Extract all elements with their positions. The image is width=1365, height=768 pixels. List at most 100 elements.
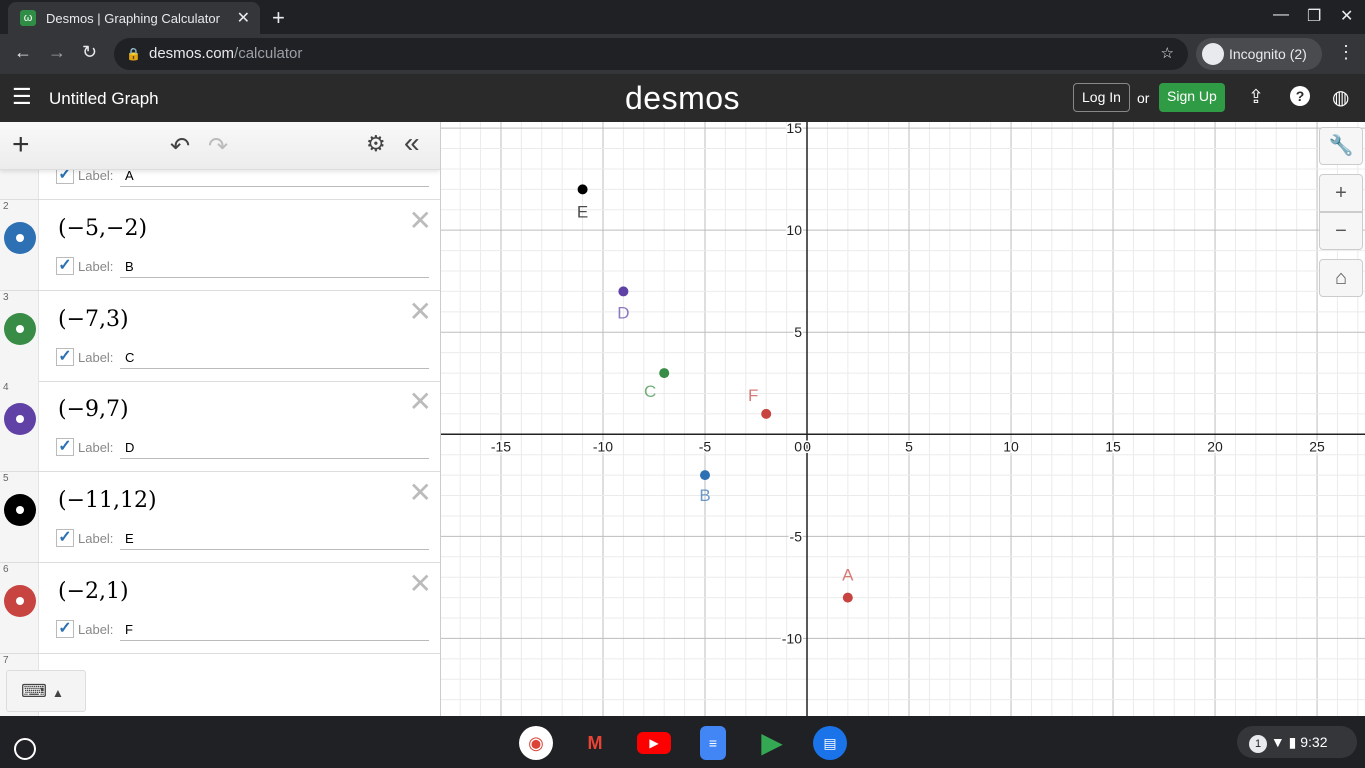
globe-icon[interactable]: ◍	[1332, 85, 1349, 110]
youtube-icon[interactable]: ▶	[637, 732, 671, 754]
star-icon[interactable]: ☆	[1161, 38, 1174, 70]
label-checkbox[interactable]: ✓	[56, 529, 74, 548]
expression-math[interactable]: (−5,−2)	[58, 216, 147, 241]
close-tab-icon[interactable]: ✕	[237, 8, 250, 28]
label-checkbox[interactable]: ✓	[56, 619, 74, 638]
expression-math[interactable]: (−11,12)	[58, 488, 157, 513]
reload-icon[interactable]: ↻	[82, 42, 97, 63]
url-path: /calculator	[234, 45, 303, 62]
launcher-icon[interactable]	[14, 738, 36, 760]
play-store-icon[interactable]: ▶	[755, 726, 789, 760]
hamburger-menu-icon[interactable]: ☰	[12, 84, 32, 110]
expression-row[interactable]: 6 (−2,1) ✕ ✓ Label: F	[0, 562, 440, 654]
label-caption: Label:	[78, 168, 114, 183]
point-color-icon[interactable]	[4, 494, 36, 527]
expression-math[interactable]: (−7,3)	[58, 307, 129, 332]
point-label-A: A	[842, 566, 854, 585]
minimize-button[interactable]: —	[1273, 6, 1289, 24]
graph-title[interactable]: Untitled Graph	[49, 89, 159, 109]
share-icon[interactable]: ⇪	[1248, 86, 1264, 109]
new-tab-button[interactable]: +	[272, 5, 285, 31]
home-zoom-icon[interactable]: ⌂	[1319, 259, 1363, 297]
desmos-logo: desmos	[625, 80, 741, 116]
expression-row[interactable]: 2 (−5,−2) ✕ ✓ Label: B	[0, 200, 440, 291]
graph-canvas[interactable]: -15 -10 -5 0 5 10 15 20 25 0 -10 -5 5 10 15 A B C D E F	[441, 119, 1365, 716]
forward-icon[interactable]: →	[48, 42, 66, 63]
tab-strip: ω Desmos | Graphing Calculator ✕ + — ❐ ✕	[0, 0, 1365, 34]
maximize-button[interactable]: ❐	[1307, 6, 1321, 26]
label-input[interactable]: C	[120, 347, 429, 369]
expression-list: + ↶ ↷ ⚙ « ✓ Label: A 2 (−5,−2) ✕ ✓ Label…	[0, 122, 441, 716]
delete-expression-icon[interactable]: ✕	[409, 295, 432, 328]
y-tick-label: 10	[786, 222, 802, 238]
zoom-in-button[interactable]: +	[1319, 174, 1363, 212]
zoom-out-button[interactable]: −	[1319, 212, 1363, 250]
label-input[interactable]: B	[120, 256, 429, 278]
help-icon[interactable]: ?	[1290, 86, 1310, 106]
docs-icon[interactable]: ≡	[700, 726, 726, 760]
expression-gutter: 5	[0, 472, 39, 563]
label-caption: Label:	[78, 349, 114, 365]
delete-expression-icon[interactable]: ✕	[409, 567, 432, 600]
expression-math[interactable]: (−9,7)	[58, 397, 129, 422]
x-tick-label: -5	[699, 438, 712, 454]
point-color-icon[interactable]	[4, 584, 36, 617]
point-A	[842, 592, 853, 603]
url-input[interactable]: 🔒 desmos.com/calculator ☆	[114, 38, 1188, 70]
signup-button[interactable]: Sign Up	[1159, 83, 1225, 112]
incognito-icon	[1202, 43, 1224, 65]
expression-number: 4	[3, 382, 9, 394]
delete-expression-icon[interactable]: ✕	[409, 204, 432, 237]
graph-paper[interactable]: -15 -10 -5 0 5 10 15 20 25 0 -10 -5 5 10 15 A B C D E F	[441, 119, 1365, 716]
clock-time: 9:32	[1300, 734, 1328, 750]
expression-number: 7	[3, 655, 9, 666]
point-label-C: C	[644, 382, 656, 401]
browser-tab[interactable]: ω Desmos | Graphing Calculator ✕	[8, 2, 260, 34]
point-color-icon[interactable]	[4, 312, 36, 345]
delete-expression-icon[interactable]: ✕	[409, 476, 432, 509]
y-tick-label: -5	[790, 528, 803, 544]
x-tick-label: 15	[1105, 438, 1121, 454]
redo-icon[interactable]: ↷	[208, 132, 228, 161]
label-checkbox[interactable]: ✓	[56, 257, 74, 275]
expression-row[interactable]: 5 (−11,12) ✕ ✓ Label: E	[0, 472, 440, 564]
incognito-label: Incognito (2)	[1229, 46, 1307, 62]
close-window-button[interactable]: ✕	[1340, 6, 1353, 26]
point-C	[659, 368, 670, 379]
url-host: desmos.com	[149, 45, 235, 62]
add-expression-icon[interactable]: +	[12, 128, 30, 162]
gmail-icon[interactable]: M	[578, 726, 612, 760]
tab-title: Desmos | Graphing Calculator	[46, 10, 220, 26]
y-tick-label: -10	[782, 630, 802, 646]
point-F	[761, 408, 772, 419]
chrome-icon[interactable]: ◉	[519, 726, 553, 760]
keyboard-toggle-button[interactable]: ⌨ ▲	[6, 670, 86, 712]
undo-icon[interactable]: ↶	[170, 132, 190, 161]
point-color-icon[interactable]	[4, 403, 36, 436]
settings-gear-icon[interactable]: ⚙	[366, 131, 386, 157]
incognito-button[interactable]: Incognito (2)	[1196, 38, 1322, 70]
label-caption: Label:	[78, 440, 114, 456]
expression-row[interactable]: 4 (−9,7) ✕ ✓ Label: D	[0, 381, 440, 473]
wifi-icon: ▼	[1270, 734, 1285, 750]
label-input[interactable]: F	[120, 619, 429, 641]
expression-math[interactable]: (−2,1)	[58, 579, 129, 604]
menu-icon[interactable]: ⋮	[1337, 42, 1355, 63]
point-color-icon[interactable]	[4, 222, 36, 254]
login-button[interactable]: Log In	[1073, 83, 1130, 112]
expression-number: 6	[3, 563, 9, 575]
expression-gutter: 4	[0, 381, 39, 472]
delete-expression-icon[interactable]: ✕	[409, 385, 432, 418]
os-shelf	[0, 716, 1365, 768]
label-input[interactable]: E	[120, 528, 429, 551]
label-checkbox[interactable]: ✓	[56, 438, 74, 457]
messages-icon[interactable]: ▤	[813, 726, 847, 760]
back-icon[interactable]: ←	[14, 42, 32, 63]
collapse-panel-icon[interactable]: «	[404, 127, 420, 159]
expression-row[interactable]: 3 (−7,3) ✕ ✓ Label: C	[0, 290, 440, 382]
system-tray[interactable]: 1 ▼ ▮ 9:32	[1237, 726, 1357, 758]
expression-gutter: 6	[0, 562, 39, 653]
graph-settings-wrench-icon[interactable]: 🔧	[1319, 127, 1363, 165]
label-input[interactable]: D	[120, 437, 429, 460]
label-checkbox[interactable]: ✓	[56, 347, 74, 366]
